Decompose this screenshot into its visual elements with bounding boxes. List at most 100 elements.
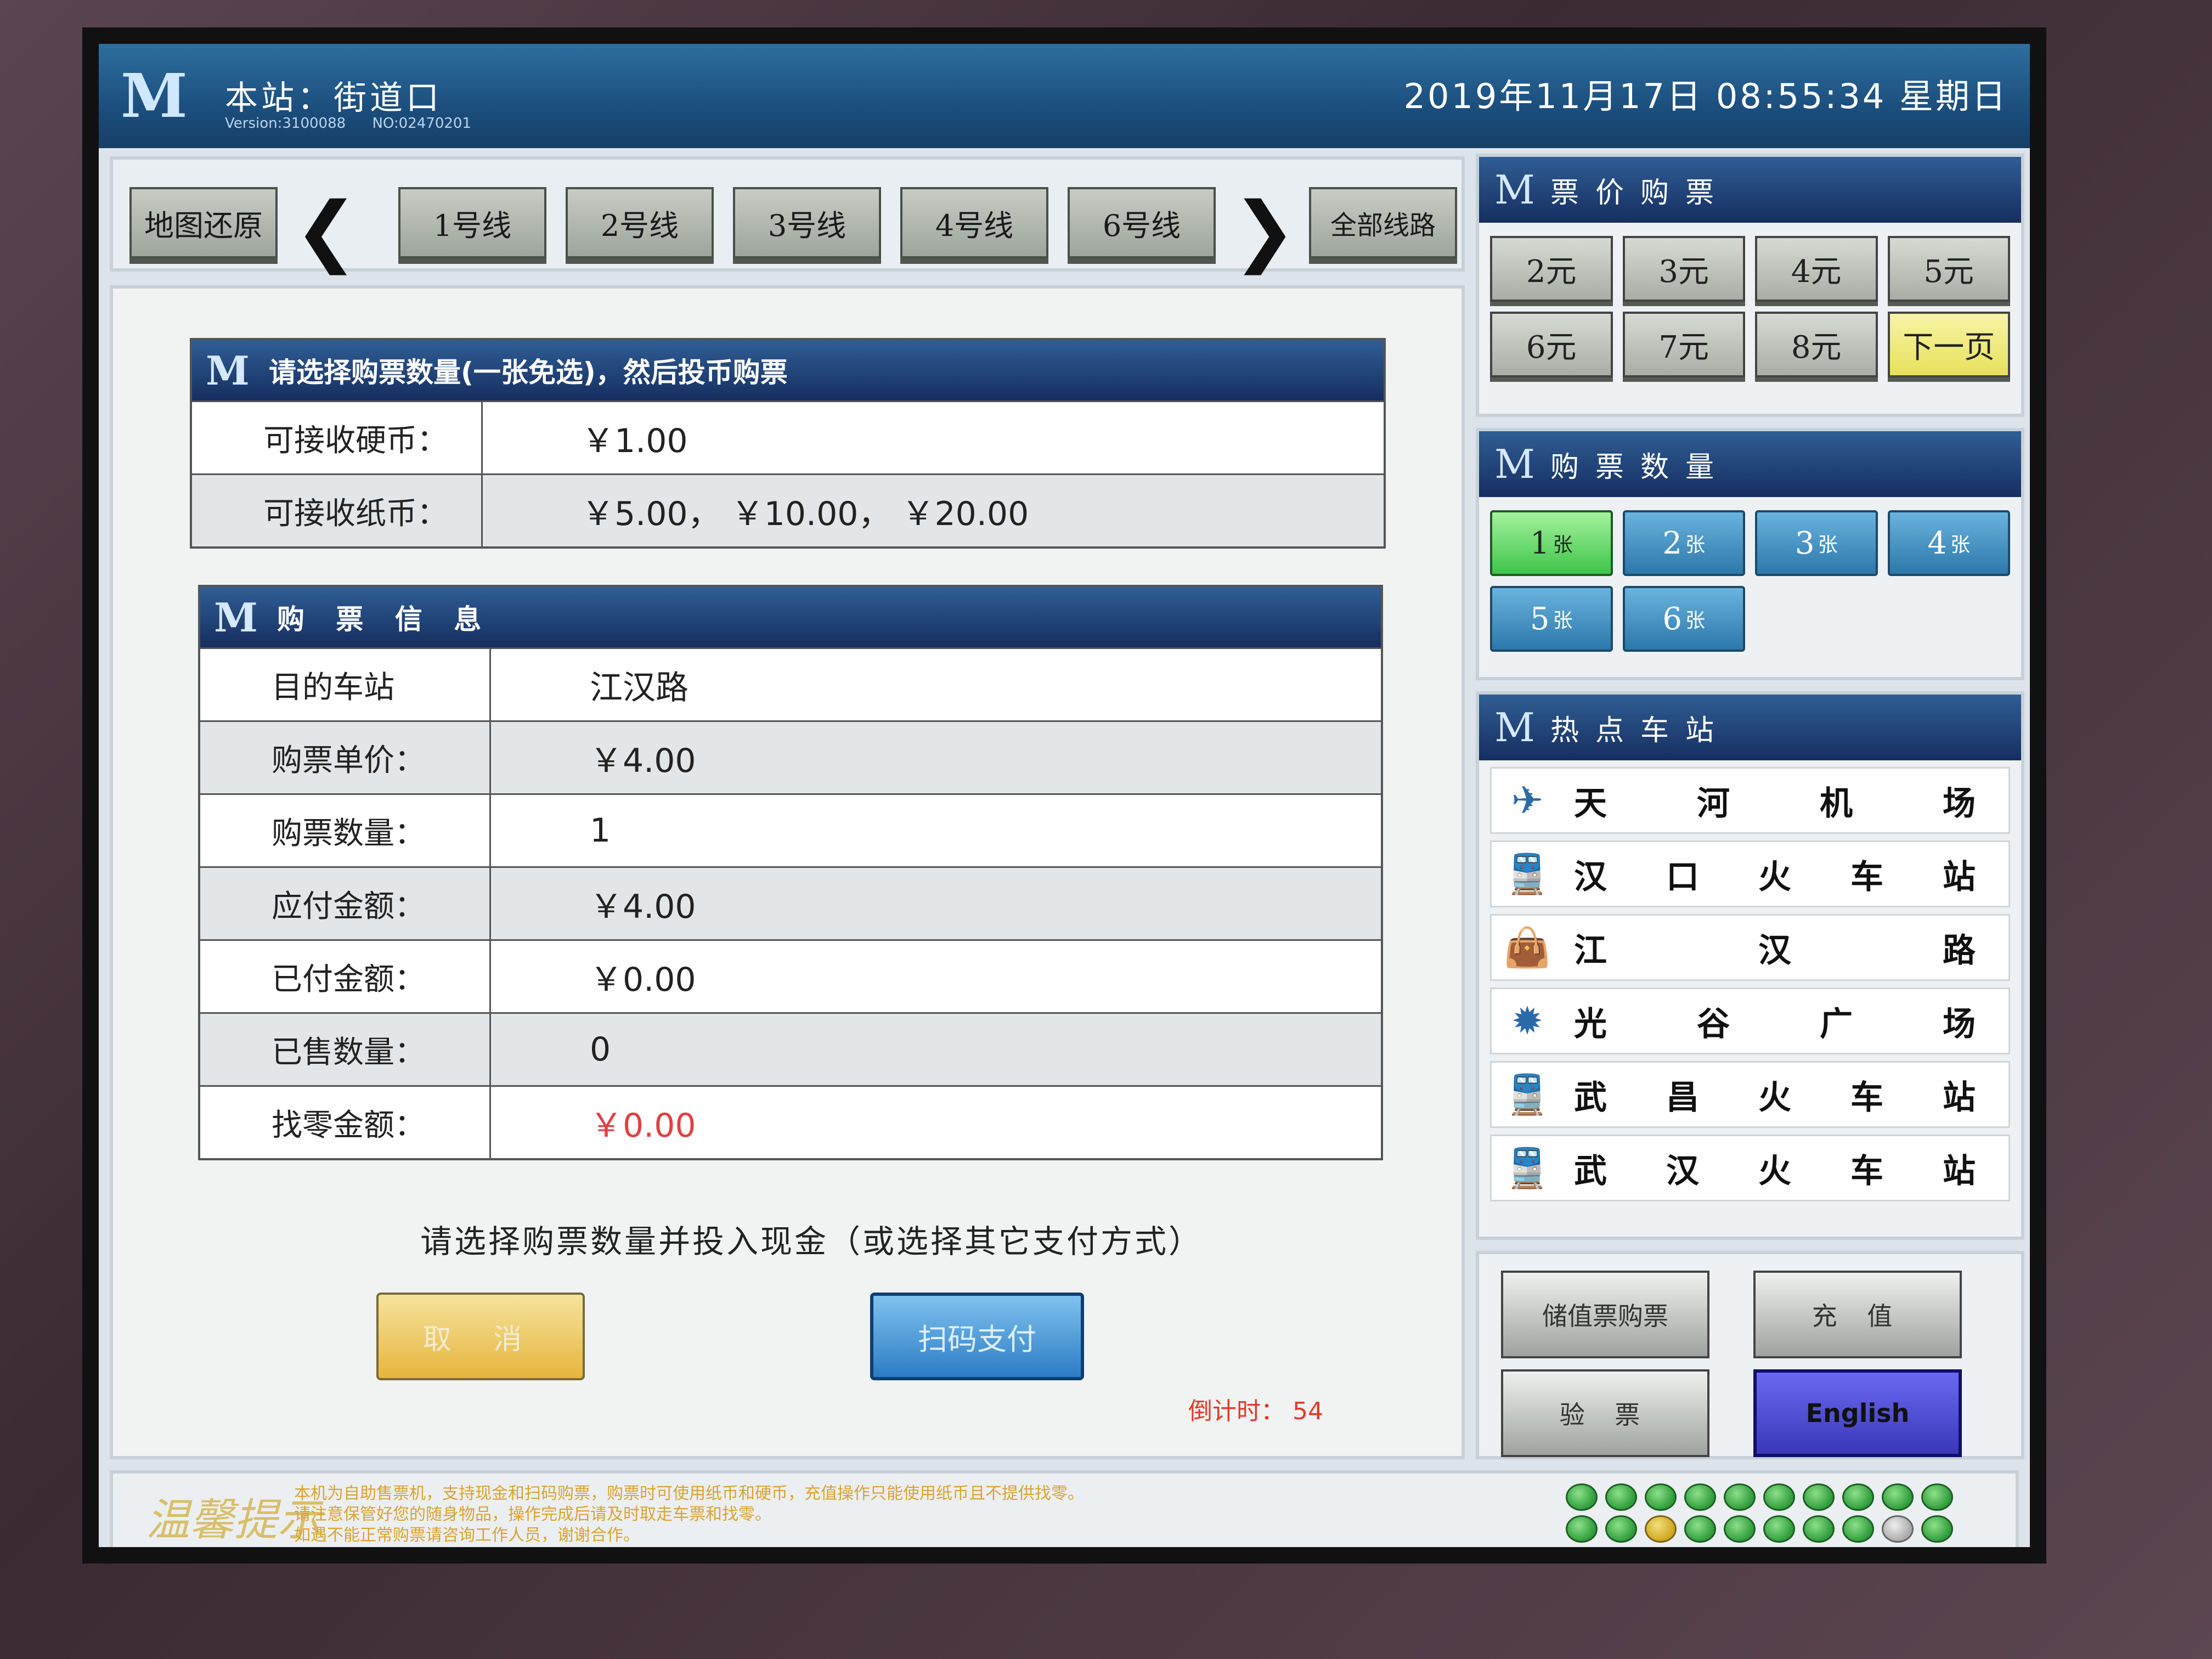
hot-station-item[interactable]: ✹ 光 谷 广 场 — [1490, 988, 2010, 1054]
table-row: 可接收纸币： ￥5.00， ￥10.00， ￥20.00 — [192, 473, 1384, 546]
check-ticket-button[interactable]: 验 票 — [1501, 1369, 1709, 1457]
table-row: 购票单价： ￥4.00 — [200, 720, 1381, 793]
notice-line: 请注意保管好您的随身物品，操作完成后请及时取走车票和找零。 — [294, 1505, 771, 1524]
quantity-panel: M 购票数量 1张 2张 3张 4张 5张 6张 — [1476, 428, 2024, 680]
cancel-button[interactable]: 取 消 — [376, 1293, 585, 1380]
banknote-value: ￥5.00， ￥10.00， ￥20.00 — [582, 494, 1029, 533]
sold-count-label: 已售数量： — [200, 1014, 491, 1085]
table-row: 购票数量： 1 — [200, 793, 1381, 866]
price-3-button[interactable]: 3元 — [1622, 236, 1745, 302]
hot-station-char: 武 — [1574, 1152, 1607, 1190]
status-light — [1921, 1483, 1953, 1511]
notice-line: 如遇不能正常购票请咨询工作人员，谢谢合作。 — [294, 1526, 640, 1545]
hot-station-char: 车 — [1850, 1152, 1883, 1190]
banknote-label: 可接收纸币： — [192, 475, 483, 546]
line-6-button[interactable]: 6号线 — [1068, 187, 1216, 258]
instruction-prompt: 请选择购票数量并投入现金（或选择其它支付方式） — [420, 1223, 1203, 1260]
ticket-machine-screen: M 本站：街道口 Version:3100088 NO:02470201 201… — [82, 27, 2046, 1564]
line-4-button[interactable]: 4号线 — [900, 187, 1048, 258]
all-lines-button[interactable]: 全部线路 — [1309, 187, 1457, 258]
amount-paid-label: 已付金额： — [200, 941, 491, 1012]
line-1-button[interactable]: 1号线 — [398, 187, 546, 258]
status-light — [1882, 1515, 1914, 1543]
coin-label: 可接收硬币： — [192, 402, 483, 473]
hot-station-char: 汉 — [1758, 931, 1791, 970]
prev-arrow-icon[interactable]: ❮ — [294, 193, 358, 269]
status-light — [1645, 1483, 1677, 1511]
hot-station-char: 火 — [1758, 1152, 1791, 1190]
hot-station-char: 河 — [1697, 784, 1730, 823]
hot-station-char: 汉 — [1574, 857, 1607, 896]
hot-station-char: 谷 — [1697, 1005, 1730, 1043]
countdown-timer: 倒计时： 54 — [1188, 1391, 1323, 1426]
quantity-number: 3 — [1795, 525, 1815, 561]
hot-station-item[interactable]: 🚆 武 昌 火 车 站 — [1490, 1061, 2010, 1128]
quantity-2-button[interactable]: 2张 — [1622, 510, 1745, 576]
hot-station-char: 车 — [1850, 857, 1883, 896]
price-panel-header: M 票价购票 — [1479, 157, 2021, 223]
train-icon: 🚆 — [1503, 1071, 1551, 1117]
quantity-number: 6 — [1662, 601, 1683, 637]
hot-station-name: 江汉路 — [1563, 924, 2008, 972]
price-grid: 2元 3元 4元 5元 6元 7元 8元 下一页 — [1479, 223, 2021, 391]
date-time: 2019年11月17日 08:55:34 星期日 — [1403, 76, 2008, 116]
price-2-button[interactable]: 2元 — [1490, 236, 1613, 302]
hot-station-item[interactable]: 👜 江 汉 路 — [1490, 914, 2010, 981]
change-label: 找零金额： — [200, 1087, 491, 1158]
status-light — [1921, 1515, 1953, 1543]
recharge-button[interactable]: 充 值 — [1753, 1271, 1962, 1358]
hot-station-item[interactable]: ✈ 天 河 机 场 — [1490, 767, 2010, 834]
hot-station-char: 站 — [1943, 1078, 1976, 1117]
scan-pay-button[interactable]: 扫码支付 — [870, 1293, 1084, 1380]
quantity-panel-title: 购票数量 — [1550, 450, 1731, 484]
hot-station-item[interactable]: 🚆 汉 口 火 车 站 — [1490, 840, 2010, 907]
map-reset-button[interactable]: 地图还原 — [129, 187, 278, 258]
unit-price-label: 购票单价： — [200, 722, 491, 793]
metro-logo-icon: M — [214, 594, 258, 641]
quantity-6-button[interactable]: 6张 — [1622, 586, 1745, 652]
quantity-unit: 张 — [1818, 534, 1838, 556]
status-light — [1724, 1515, 1756, 1543]
hot-stations-title: 热点车站 — [1550, 714, 1731, 747]
metro-logo-icon: M — [1494, 704, 1535, 751]
metro-logo-icon: M — [1494, 441, 1535, 487]
price-5-button[interactable]: 5元 — [1887, 236, 2010, 302]
status-light — [1684, 1483, 1716, 1511]
next-arrow-icon[interactable]: ❯ — [1232, 193, 1296, 269]
metro-logo-icon: M — [121, 60, 188, 131]
notice-bar: 温馨提示 本机为自助售票机，支持现金和扫码购票，购票时可使用纸币和硬币，充值操作… — [110, 1470, 2019, 1547]
table-row: 已付金额： ￥0.00 — [200, 939, 1381, 1012]
status-light — [1842, 1515, 1874, 1543]
quantity-4-button[interactable]: 4张 — [1887, 510, 2010, 576]
quantity-1-button[interactable]: 1张 — [1490, 510, 1613, 576]
line-2-button[interactable]: 2号线 — [566, 187, 714, 258]
price-8-button[interactable]: 8元 — [1755, 312, 1878, 377]
ticket-info-header: M 购 票 信 息 — [200, 587, 1381, 647]
status-light — [1803, 1483, 1835, 1511]
next-page-button[interactable]: 下一页 — [1887, 312, 2010, 377]
status-light — [1842, 1483, 1874, 1511]
hot-station-char: 口 — [1666, 857, 1699, 896]
english-button[interactable]: English — [1753, 1369, 1962, 1457]
machine-number: NO:02470201 — [372, 115, 471, 132]
status-light — [1724, 1483, 1756, 1511]
status-light — [1684, 1515, 1716, 1543]
shopping-bag-icon: 👜 — [1503, 924, 1551, 970]
line-navigation: 地图还原 ❮ 1号线 2号线 3号线 4号线 6号线 ❯ 全部线路 — [110, 156, 1465, 272]
hot-station-item[interactable]: 🚆 武 汉 火 车 站 — [1490, 1135, 2010, 1201]
price-7-button[interactable]: 7元 — [1622, 312, 1745, 377]
amount-paid-value: ￥0.00 — [590, 960, 696, 999]
notice-line: 本机为自助售票机，支持现金和扫码购票，购票时可使用纸币和硬币，充值操作只能使用纸… — [294, 1484, 1084, 1503]
quantity-panel-header: M 购票数量 — [1479, 431, 2021, 497]
change-value: ￥0.00 — [590, 1106, 696, 1145]
stored-value-ticket-button[interactable]: 储值票购票 — [1501, 1271, 1709, 1358]
price-6-button[interactable]: 6元 — [1490, 312, 1613, 377]
price-4-button[interactable]: 4元 — [1755, 236, 1878, 302]
status-light — [1882, 1483, 1914, 1511]
quantity-3-button[interactable]: 3张 — [1755, 510, 1878, 576]
quantity-5-button[interactable]: 5张 — [1490, 586, 1613, 652]
line-3-button[interactable]: 3号线 — [733, 187, 881, 258]
quantity-unit: 张 — [1950, 534, 1971, 556]
main-panel: M 请选择购票数量(一张免选)，然后投币购票 可接收硬币： ￥1.00 可接收纸… — [110, 285, 1465, 1459]
train-icon: 🚆 — [1503, 1145, 1551, 1190]
